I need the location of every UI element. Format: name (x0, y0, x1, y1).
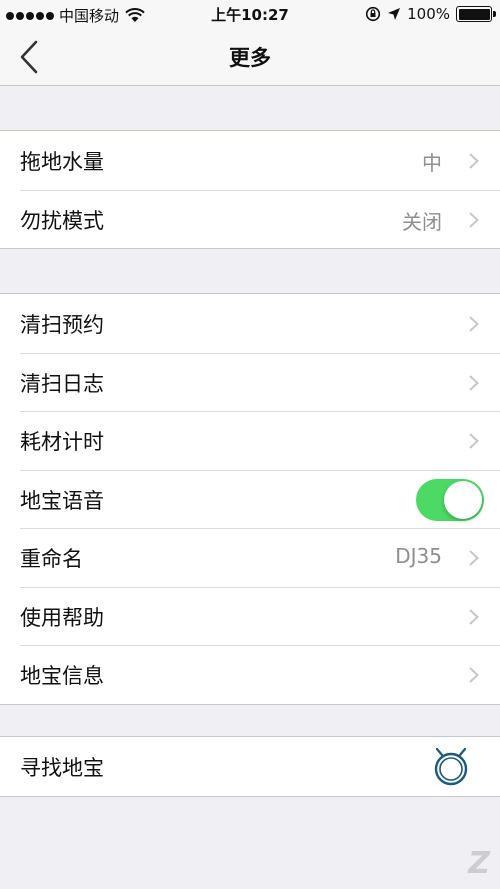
row-consumables-timer[interactable]: 耗材计时 (0, 411, 500, 470)
status-right: 100% (365, 5, 496, 23)
row-value: 中 (422, 151, 442, 175)
row-label: 耗材计时 (20, 430, 104, 454)
voice-toggle[interactable] (416, 478, 484, 521)
row-label: 清扫日志 (20, 371, 104, 396)
row-cleaning-log[interactable]: 清扫日志 (0, 352, 500, 412)
row-label: 勿扰模式 (20, 208, 104, 233)
row-rename[interactable]: 重命名 DJ35 (0, 528, 500, 587)
chevron-right-icon (469, 608, 479, 625)
chevron-right-icon (469, 433, 479, 449)
page-title: 更多 (229, 46, 271, 70)
row-label: 地宝信息 (20, 664, 104, 688)
settings-group-2: 清扫预约 清扫日志 耗材计时 地宝语音 重命名 DJ35 使用帮助 地宝信息 (0, 293, 500, 705)
watermark-logo: Z (468, 846, 490, 881)
status-bar: 中国移动 上午10:27 100% (0, 0, 500, 28)
chevron-right-icon (469, 550, 479, 566)
chevron-right-icon (469, 153, 479, 169)
toggle-knob (444, 480, 482, 519)
row-label: 寻找地宝 (20, 756, 104, 780)
orientation-lock-icon (366, 6, 381, 22)
row-label: 拖地水量 (20, 150, 104, 174)
row-cleaning-schedule[interactable]: 清扫预约 (0, 294, 500, 353)
row-find-robot[interactable]: 寻找地宝 (0, 737, 500, 796)
row-do-not-disturb[interactable]: 勿扰模式 关闭 (0, 189, 500, 249)
robot-icon[interactable] (432, 746, 470, 786)
chevron-right-icon (469, 667, 479, 683)
row-value: 关闭 (402, 209, 442, 234)
row-label: 地宝语音 (20, 488, 104, 513)
row-mop-water[interactable]: 拖地水量 中 (0, 131, 500, 190)
chevron-right-icon (469, 374, 479, 391)
chevron-right-icon (469, 211, 479, 228)
row-value: DJ35 (395, 544, 442, 568)
row-label: 重命名 (20, 547, 83, 571)
location-arrow-icon (388, 8, 401, 20)
battery-icon (456, 6, 496, 22)
row-robot-voice: 地宝语音 (0, 469, 500, 529)
row-help[interactable]: 使用帮助 (0, 586, 500, 646)
navigation-bar: 更多 (0, 28, 500, 86)
row-label: 使用帮助 (20, 605, 104, 630)
battery-percent: 100% (407, 5, 450, 23)
settings-group-3: 寻找地宝 (0, 736, 500, 797)
settings-group-1: 拖地水量 中 勿扰模式 关闭 (0, 130, 500, 249)
row-label: 清扫预约 (20, 313, 104, 337)
row-robot-info[interactable]: 地宝信息 (0, 645, 500, 704)
chevron-right-icon (469, 316, 479, 332)
